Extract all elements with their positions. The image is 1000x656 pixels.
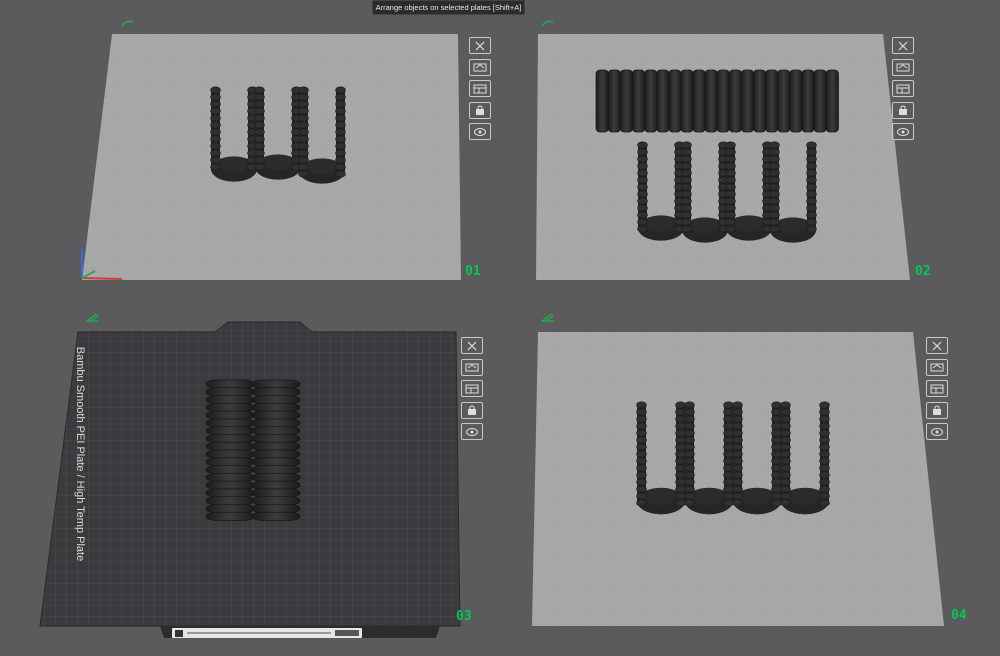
plate-01-lock-button[interactable] (469, 101, 491, 119)
model-object[interactable] (595, 69, 839, 133)
lock-icon (933, 405, 941, 415)
bed-type-label: Bambu Smooth PEI Plate / High Temp Plate (74, 346, 86, 562)
plate-04-remove-button[interactable] (926, 337, 948, 354)
settings-icon (474, 127, 486, 136)
plate-01-settings-button[interactable] (469, 123, 491, 140)
plate-number-03: 03 (456, 609, 472, 624)
plate-04-orient-button[interactable] (926, 358, 948, 376)
plate-01-arrange-button[interactable] (469, 80, 491, 97)
plate-03-remove-button[interactable] (461, 337, 483, 354)
settings-icon (466, 427, 478, 436)
plate-number-04: 04 (951, 608, 967, 623)
close-icon (932, 341, 942, 350)
plate-01-remove-button[interactable] (469, 37, 491, 54)
lock-icon (899, 105, 907, 115)
auto-orient-icon (930, 363, 944, 372)
edit-plate-01-icon[interactable] (121, 18, 135, 28)
plate-02-remove-button[interactable] (892, 37, 914, 54)
plate-04-arrange-button[interactable] (926, 380, 948, 397)
model-object[interactable] (205, 379, 255, 521)
plate-02-settings-button[interactable] (892, 123, 914, 140)
plate-number-01: 01 (465, 264, 481, 279)
close-icon (898, 41, 908, 50)
plate-04-settings-button[interactable] (926, 423, 948, 440)
plate-01-toolbar (469, 37, 493, 145)
plate-03-lock-button[interactable] (461, 401, 483, 419)
plate-number-02: 02 (915, 264, 931, 279)
auto-orient-icon (896, 63, 910, 72)
plate-01-orient-button[interactable] (469, 58, 491, 76)
edit-plate-03-icon[interactable] (86, 312, 100, 322)
plate-02-toolbar (892, 37, 916, 145)
arrange-icon (930, 384, 944, 393)
plate-02-orient-button[interactable] (892, 58, 914, 76)
plate-sticker-icons (335, 630, 359, 636)
plate-02-arrange-button[interactable] (892, 80, 914, 97)
arrange-icon (465, 384, 479, 393)
lock-icon (476, 105, 484, 115)
close-icon (475, 41, 485, 50)
edit-plate-02-icon[interactable] (541, 18, 555, 28)
settings-icon (931, 427, 943, 436)
plate-03-orient-button[interactable] (461, 358, 483, 376)
plate-04-lock-button[interactable] (926, 401, 948, 419)
plate-03-settings-button[interactable] (461, 423, 483, 440)
plate-04-toolbar (926, 337, 950, 445)
arrange-icon (473, 84, 487, 93)
auto-orient-icon (465, 363, 479, 372)
edit-plate-04-icon[interactable] (541, 312, 555, 322)
lock-icon (468, 405, 476, 415)
qr-icon (175, 629, 183, 637)
model-object[interactable] (251, 379, 301, 521)
settings-icon (897, 127, 909, 136)
plate-03-toolbar (461, 337, 485, 445)
close-icon (467, 341, 477, 350)
build-plate-sticker (172, 628, 362, 638)
plate-02-lock-button[interactable] (892, 101, 914, 119)
arrange-icon (896, 84, 910, 93)
auto-orient-icon (473, 63, 487, 72)
plate-03-arrange-button[interactable] (461, 380, 483, 397)
